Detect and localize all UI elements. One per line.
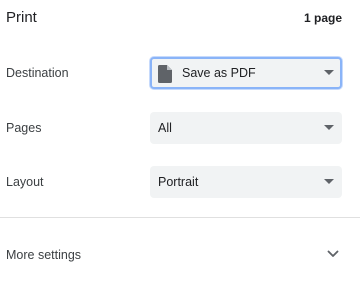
destination-row: Destination Save as PDF bbox=[0, 57, 360, 89]
layout-row: Layout Portrait bbox=[0, 166, 360, 198]
dropdown-arrow-icon bbox=[324, 179, 334, 184]
chevron-down-icon[interactable] bbox=[326, 247, 340, 261]
destination-select[interactable]: Save as PDF bbox=[150, 57, 342, 89]
more-settings-toggle[interactable]: More settings bbox=[0, 238, 360, 270]
page-title: Print bbox=[6, 9, 37, 26]
print-header: Print 1 page bbox=[0, 0, 360, 38]
pages-value: All bbox=[158, 121, 172, 135]
destination-value: Save as PDF bbox=[182, 66, 256, 80]
layout-label: Layout bbox=[6, 175, 44, 189]
pages-select[interactable]: All bbox=[150, 112, 342, 144]
layout-select[interactable]: Portrait bbox=[150, 166, 342, 198]
dropdown-arrow-icon bbox=[324, 125, 334, 130]
file-icon bbox=[158, 65, 172, 83]
pages-label: Pages bbox=[6, 121, 42, 135]
page-count: 1 page bbox=[303, 11, 342, 25]
dropdown-arrow-icon bbox=[324, 70, 334, 75]
layout-value: Portrait bbox=[158, 175, 199, 189]
more-settings-label: More settings bbox=[6, 248, 82, 262]
section-divider bbox=[0, 217, 360, 218]
pages-row: Pages All bbox=[0, 112, 360, 144]
destination-label: Destination bbox=[6, 66, 69, 80]
